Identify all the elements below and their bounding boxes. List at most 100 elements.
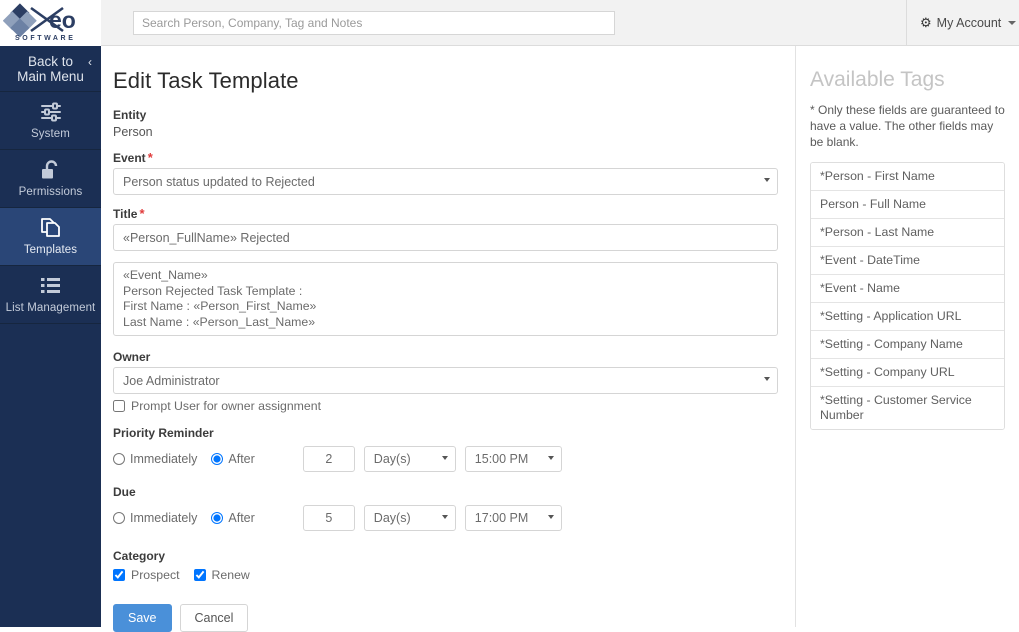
chevron-left-icon: ‹ [88,55,92,69]
due-amount-input[interactable] [302,505,355,531]
category-item-prospect[interactable]: Prospect [113,568,180,582]
due-row: Immediately After Day(s) 17:00 PM [113,503,775,533]
category-prospect-checkbox[interactable] [113,569,125,581]
page-title: Edit Task Template [113,68,299,93]
priority-unit-select-wrap: Day(s) [363,446,456,472]
owner-field-group: Owner Joe Administrator Prompt User for … [113,350,778,413]
sidebar-item-system[interactable]: System [0,92,101,150]
cancel-button[interactable]: Cancel [179,604,249,632]
owner-select[interactable]: Joe Administrator [113,367,778,394]
prompt-owner-checkbox[interactable] [113,400,125,412]
due-time-select[interactable]: 17:00 PM [464,505,562,531]
available-tags-list: *Person - First Name Person - Full Name … [810,162,1005,430]
gear-icon: ⚙ [920,15,932,30]
priority-immediately-radio[interactable] [113,453,125,465]
list-item[interactable]: *Setting - Customer Service Number [811,387,1004,429]
body-textarea[interactable]: «Event_Name» Person Rejected Task Templa… [113,262,778,336]
list-item[interactable]: *Person - Last Name [811,219,1004,247]
category-row: Prospect Renew [113,568,775,582]
list-item[interactable]: *Event - DateTime [811,247,1004,275]
xeo-software-logo-icon: eo SOFTWARE [2,3,76,42]
prompt-owner-row: Prompt User for owner assignment [113,399,775,413]
list-item[interactable]: *Setting - Application URL [811,303,1004,331]
title-field-group: Title * [113,206,778,251]
due-unit-select[interactable]: Day(s) [363,505,456,531]
required-marker: * [147,150,153,165]
sidebar-item-label: System [31,128,70,140]
list-item[interactable]: *Person - First Name [811,163,1004,191]
category-item-renew[interactable]: Renew [193,568,250,582]
back-line-2: Main Menu [17,68,84,84]
main-content: Edit Task Template Entity Person Event * … [101,46,795,632]
sidebar-item-label: Permissions [18,186,83,198]
due-immediately-option[interactable]: Immediately [113,511,197,525]
priority-reminder-label: Priority Reminder [113,426,214,440]
sliders-icon [40,101,62,123]
event-select[interactable]: Person status updated to Rejected [113,168,778,195]
list-item[interactable]: *Setting - Company Name [811,331,1004,359]
title-label-text: Title [113,207,138,221]
chevron-down-icon [1008,21,1017,25]
due-after-label: After [228,511,255,525]
search-input[interactable] [133,11,615,35]
sidebar-item-list-management[interactable]: List Management [0,266,101,324]
svg-text:eo: eo [49,7,76,33]
event-select-wrap: Person status updated to Rejected [113,168,778,195]
priority-immediately-label: Immediately [130,452,198,466]
title-input[interactable] [113,224,778,251]
app-logo[interactable]: eo SOFTWARE [0,0,101,46]
list-item[interactable]: *Event - Name [811,275,1004,303]
priority-after-radio[interactable] [211,453,224,465]
available-tags-panel: Available Tags * Only these fields are g… [795,46,1019,627]
priority-unit-select[interactable]: Day(s) [363,446,456,472]
sidebar-item-label: Templates [23,244,78,256]
priority-after-label: After [228,452,255,466]
form-actions: Save Cancel [113,604,775,632]
back-line-1: Back to [27,53,74,69]
category-renew-checkbox[interactable] [193,569,206,581]
sidebar-back-to-main-menu[interactable]: Back to Main Menu ‹ [0,46,101,92]
priority-reminder-row: Immediately After Day(s) 15:00 PM [113,444,775,474]
top-bar: eo SOFTWARE ⚙ My Account [0,0,1019,46]
list-item[interactable]: *Setting - Company URL [811,359,1004,387]
copy-documents-icon [39,217,62,239]
svg-text:SOFTWARE: SOFTWARE [15,35,75,42]
event-label: Event * [113,150,775,165]
category-item-label: Renew [211,568,250,582]
category-item-label: Prospect [131,568,180,582]
due-after-radio[interactable] [211,512,224,524]
category-label: Category [113,549,166,563]
entity-label: Entity [113,108,147,122]
list-item[interactable]: Person - Full Name [811,191,1004,219]
my-account-menu[interactable]: ⚙ My Account [920,0,1017,46]
unlock-icon [40,159,62,181]
my-account-label: My Account [936,16,1002,30]
priority-amount-input[interactable] [302,446,355,472]
due-label: Due [113,485,136,499]
prompt-owner-label: Prompt User for owner assignment [131,399,321,413]
entity-value: Person [113,125,153,139]
event-field-group: Event * Person status updated to Rejected [113,150,778,195]
event-label-text: Event [113,151,146,165]
list-icon [40,275,62,297]
priority-after-option[interactable]: After [211,452,255,466]
header-divider [906,0,907,46]
sidebar-item-templates[interactable]: Templates [0,208,101,266]
sidebar: Back to Main Menu ‹ System Permissions T… [0,46,101,627]
due-immediately-label: Immediately [130,511,198,525]
sidebar-item-permissions[interactable]: Permissions [0,150,101,208]
required-marker: * [139,206,145,221]
available-tags-title: Available Tags [810,68,945,91]
priority-time-select[interactable]: 15:00 PM [464,446,562,472]
priority-time-select-wrap: 15:00 PM [464,446,562,472]
sidebar-item-label: List Management [5,302,96,314]
due-unit-select-wrap: Day(s) [363,505,456,531]
title-label: Title * [113,206,775,221]
owner-select-wrap: Joe Administrator [113,367,778,394]
due-after-option[interactable]: After [211,511,255,525]
owner-label: Owner [113,350,151,364]
due-time-select-wrap: 17:00 PM [464,505,562,531]
due-immediately-radio[interactable] [113,512,125,524]
save-button[interactable]: Save [113,604,172,632]
priority-immediately-option[interactable]: Immediately [113,452,197,466]
